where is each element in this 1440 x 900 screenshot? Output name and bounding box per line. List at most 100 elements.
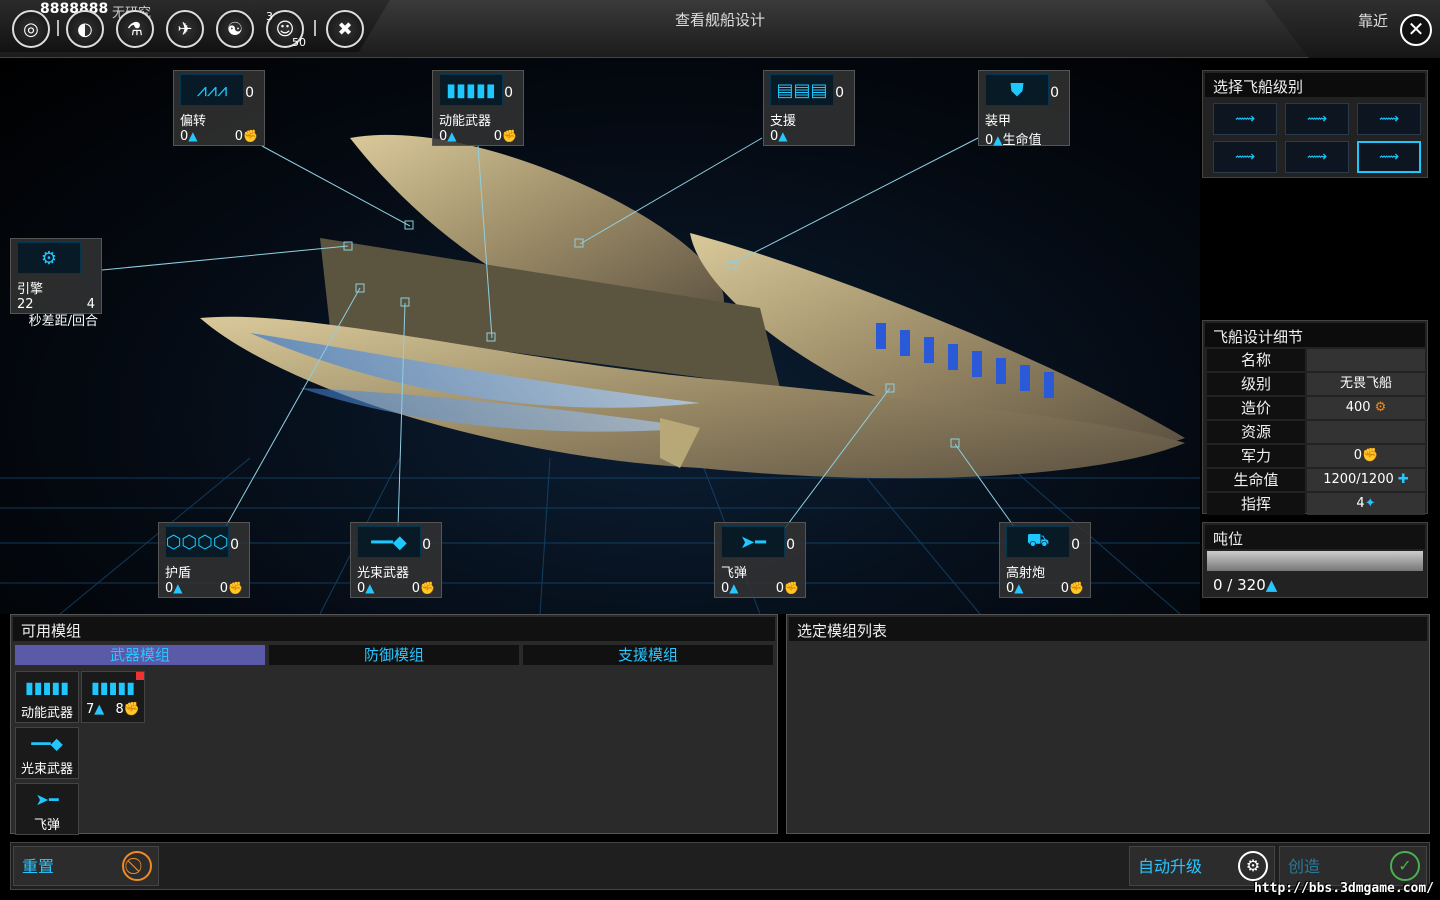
detail-value [1307,421,1425,443]
slot-support[interactable]: ▤▤▤ 0 支援 0▲ [763,70,855,146]
design-details-panel: 飞船设计细节 名称 级别 无畏飞船 造价 400 ⚙ 资源 军力 0✊ 生命值 … [1202,320,1428,515]
tonnage-icon: ▲ [1014,581,1024,595]
beam-icon: ━━◆ [357,526,421,558]
slot-name: 引擎 [17,282,44,297]
detail-row-command: 指挥 4✦ [1207,493,1425,515]
module-kinetic[interactable]: ▮▮▮▮▮ 动能武器 [15,671,79,723]
kinetic-icon: ▮▮▮▮▮ [24,677,70,697]
tonnage-icon: ▲ [729,581,739,595]
available-modules-panel: 可用模组 武器模组 防御模组 支援模组 ▮▮▮▮▮ 动能武器 ▮▮▮▮▮ 7▲ 8… [10,614,778,835]
ship-class-4[interactable]: ⟿ [1213,141,1277,173]
hp-value: 1200/1200 [1323,472,1394,487]
slot-count: 0 [422,537,431,553]
engine-unit: 秒差距/回合 [28,314,98,329]
ship-class-5[interactable]: ⟿ [1285,141,1349,173]
armor-icon: ⛊ [985,74,1049,106]
tonnage-icon: ▲ [993,133,1003,147]
detail-label: 指挥 [1207,493,1305,515]
shield-hex-icon: ⬡⬡⬡⬡ [165,526,229,558]
detail-label: 名称 [1207,349,1305,371]
panel-title: 选择飞船级别 [1205,73,1425,97]
module-name: 动能武器 [20,706,73,721]
panel-title: 可用模组 [13,617,775,641]
fist-icon: ✊ [1069,581,1084,595]
deflector-icon: ⩘⩘⩘ [180,74,244,106]
slot-engine[interactable]: ⚙ 引擎 22 4 [10,238,102,314]
tonnage-text: 0 / 320 [1213,576,1266,594]
auto-upgrade-label: 自动升级 [1138,857,1203,876]
detail-label: 资源 [1207,421,1305,443]
fist-icon: ✊ [784,581,799,595]
detail-value: 4✦ [1307,493,1425,515]
slot-stat-power: 0 [411,581,421,596]
fist-icon: ✊ [1362,448,1379,463]
panel-title: 飞船设计细节 [1205,323,1425,347]
module-beam[interactable]: ━━◆ 光束武器 [15,727,79,779]
module-tabs: 武器模组 防御模组 支援模组 [11,643,777,667]
panel-title: 吨位 [1205,525,1425,549]
detail-row-hp: 生命值 1200/1200 ✚ [1207,469,1425,491]
detail-label: 军力 [1207,445,1305,467]
ship-class-1[interactable]: ⟿ [1213,103,1277,135]
tab-weapons[interactable]: 武器模组 [15,645,265,665]
page-title: 查看舰船设计 [674,11,765,29]
tab-defense[interactable]: 防御模组 [269,645,519,665]
ship-class-2[interactable]: ⟿ [1285,103,1349,135]
slot-count: 0 [504,85,513,101]
new-flag-icon [136,672,144,680]
slot-name: 装甲 [985,114,1012,129]
panel-title: 选定模组列表 [789,617,1427,641]
engine-icon: ⚙ [17,242,81,274]
reset-label: 重置 [22,857,55,876]
slot-hp-label: 生命值 [1002,133,1042,148]
detail-value: 无畏飞船 [1307,373,1425,395]
module-name: 光束武器 [20,762,73,777]
tonnage-panel: 吨位 0 / 320▲ [1202,522,1428,598]
create-button[interactable]: 创造 ✓ [1279,846,1427,886]
slot-deflector[interactable]: ⩘⩘⩘ 0 偏转 0▲ 0✊ [173,70,265,146]
auto-upgrade-button[interactable]: 自动升级 ⚙ [1129,846,1275,886]
slot-stat-power: 0 [1060,581,1070,596]
ship-viewport[interactable]: ⩘⩘⩘ 0 偏转 0▲ 0✊ ▮▮▮▮▮ 0 动能武器 0▲ 0✊ ▤▤▤ 0 支援… [0,58,1200,614]
zoom-label[interactable]: 靠近 [1358,10,1388,31]
tonnage-icon: ▲ [173,581,183,595]
ship-class-panel: 选择飞船级别 ⟿ ⟿ ⟿ ⟿ ⟿ ⟿ [1202,70,1428,178]
action-bar: 重置 ⃠ 自动升级 ⚙ 创造 ✓ [10,842,1430,890]
slot-stat-power: 0 [219,581,229,596]
tonnage-icon: ▲ [365,581,375,595]
module-kinetic-upgrade[interactable]: ▮▮▮▮▮ 7▲ 8✊ [81,671,145,723]
top-bar: ◎ 8888888 无研究 ◐ ⚗ ✈ ☯ ☺ 3 50 ✖ 查看舰船设计 靠近… [0,0,1440,58]
slot-beam[interactable]: ━━◆ 0 光束武器 0▲ 0✊ [350,522,442,598]
slot-name: 飞弹 [721,566,748,581]
tab-support[interactable]: 支援模组 [523,645,773,665]
slot-name: 护盾 [165,566,192,581]
reset-button[interactable]: 重置 ⃠ [13,846,159,886]
detail-label: 造价 [1207,397,1305,419]
slot-flak[interactable]: ⛟ 0 高射炮 0▲ 0✊ [999,522,1091,598]
ship-class-6-selected[interactable]: ⟿ [1357,141,1421,173]
detail-value: 0✊ [1307,445,1425,467]
slot-missile[interactable]: ➤━ 0 飞弹 0▲ 0✊ [714,522,806,598]
slot-count: 0 [230,537,239,553]
ship-class-3[interactable]: ⟿ [1357,103,1421,135]
slot-shield[interactable]: ⬡⬡⬡⬡ 0 护盾 0▲ 0✊ [158,522,250,598]
fist-icon: ✊ [420,581,435,595]
plus-icon: ✚ [1397,472,1409,487]
detail-value: 1200/1200 ✚ [1307,469,1425,491]
power-value: 0 [1353,448,1363,463]
ship-name-field[interactable] [1307,349,1425,371]
slot-kinetic[interactable]: ▮▮▮▮▮ 0 动能武器 0▲ 0✊ [432,70,524,146]
module-missile[interactable]: ➤━ 飞弹 [15,783,79,835]
slot-stat-power: 0 [234,129,244,144]
slot-name: 动能武器 [439,114,492,129]
fist-icon: ✊ [228,581,243,595]
fist-icon: ✊ [243,129,258,143]
close-button[interactable]: ✕ [1400,14,1432,46]
slot-armor[interactable]: ⛊ 0 装甲 0▲生命值 [978,70,1070,148]
tonnage-bar [1207,551,1423,571]
beam-icon: ━━◆ [31,733,63,753]
no-icon: ⃠ [122,851,152,881]
detail-row-cost: 造价 400 ⚙ [1207,397,1425,419]
module-stat-power: 8 [115,702,124,717]
slot-name: 光束武器 [357,566,410,581]
